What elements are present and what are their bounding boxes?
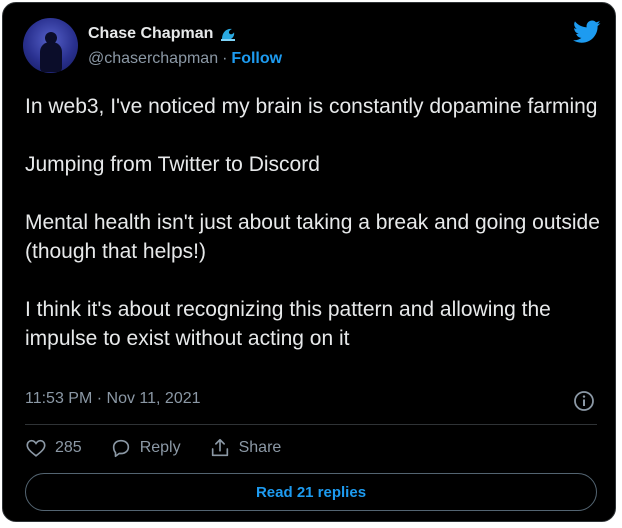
separator-dot: · <box>222 50 228 67</box>
reply-button[interactable]: Reply <box>110 437 181 459</box>
reply-label: Reply <box>139 439 181 456</box>
follow-button[interactable]: Follow <box>231 50 282 68</box>
heart-icon <box>26 439 46 457</box>
avatar[interactable] <box>23 18 78 73</box>
tweet-actions: 285 Reply Share <box>25 437 309 459</box>
like-count: 285 <box>55 439 82 456</box>
author-name[interactable]: Chase Chapman <box>88 25 213 43</box>
tweet-paragraph: Mental health isn't just about taking a … <box>25 211 600 263</box>
share-label: Share <box>238 439 282 456</box>
tweet-paragraph: Jumping from Twitter to Discord <box>25 153 320 176</box>
author-handle-row: @chaserchapman · Follow <box>88 50 282 68</box>
read-replies-button[interactable]: Read 21 replies <box>25 473 597 511</box>
share-button[interactable]: Share <box>209 437 282 459</box>
tweet-paragraph: In web3, I've noticed my brain is consta… <box>25 95 598 118</box>
reply-bubble-icon <box>112 439 129 458</box>
share-icon <box>211 438 228 457</box>
tweet-text: In web3, I've noticed my brain is consta… <box>25 92 605 382</box>
author-name-row: Chase Chapman <box>88 25 237 43</box>
tweet-paragraph: I think it's about recognizing this patt… <box>25 298 551 350</box>
author-handle[interactable]: @chaserchapman <box>88 50 218 68</box>
info-icon[interactable] <box>573 390 595 412</box>
like-button[interactable]: 285 <box>25 437 82 459</box>
divider <box>25 424 597 425</box>
tweet-timestamp[interactable]: 11:53 PM · Nov 11, 2021 <box>25 390 201 408</box>
avatar-figure-body <box>40 42 62 72</box>
water-wave-icon <box>219 25 237 43</box>
tweet-card: Chase Chapman @chaserchapman · Follow In… <box>2 2 616 522</box>
twitter-logo-icon[interactable] <box>573 20 601 44</box>
